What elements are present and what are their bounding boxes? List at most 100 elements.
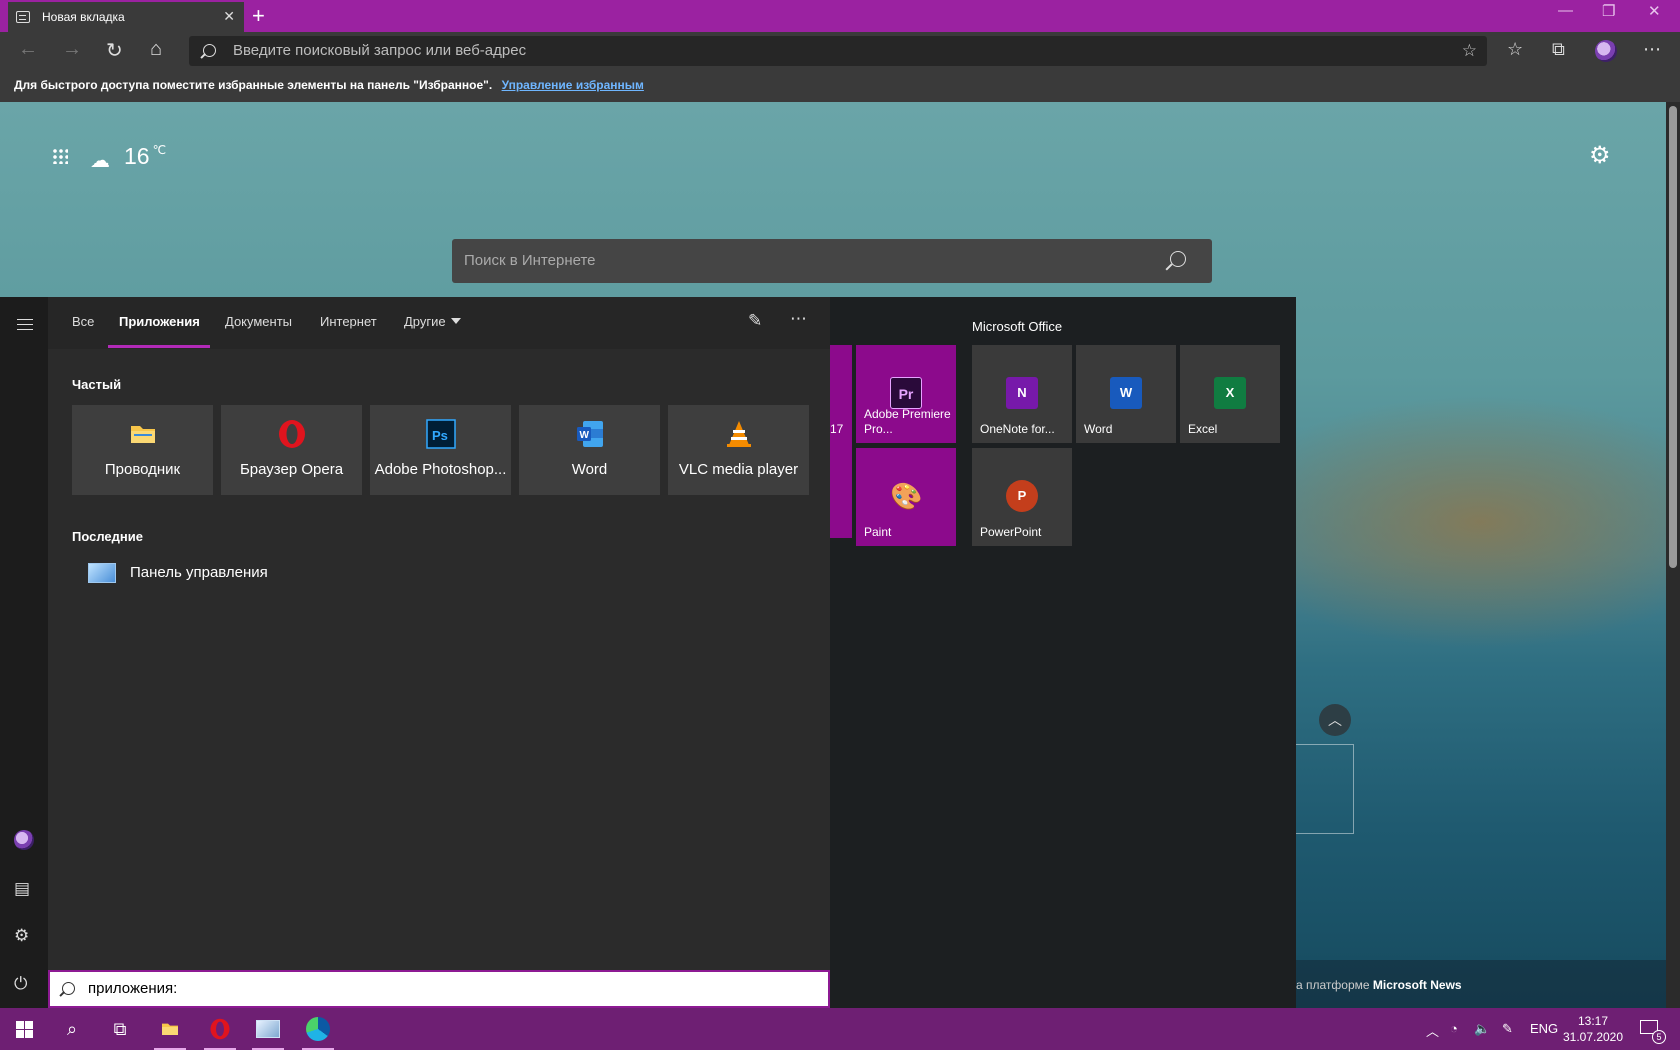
search-tabs: Все Приложения Документы Интернет Другие…	[48, 297, 830, 349]
favbar-text: Для быстрого доступа поместите избранные…	[14, 78, 493, 92]
app-card-photoshop[interactable]: Ps Adobe Photoshop...	[370, 405, 511, 495]
network-icon[interactable]: ◔	[1450, 1021, 1458, 1036]
search-icon	[203, 44, 216, 57]
settings-icon[interactable]: ⚙	[14, 926, 29, 946]
tile-partial-2[interactable]	[830, 443, 852, 538]
profile-avatar[interactable]	[1595, 40, 1617, 62]
photoshop-icon: Ps	[425, 419, 456, 449]
tray-overflow-icon[interactable]: ︿	[1426, 1021, 1439, 1040]
web-search-placeholder: Поиск в Интернете	[464, 252, 596, 269]
svg-text:W: W	[579, 430, 589, 441]
tab-title: Новая вкладка	[42, 10, 125, 24]
notifications-count: 5	[1652, 1030, 1666, 1044]
web-search-icon[interactable]	[1170, 251, 1186, 267]
power-icon[interactable]: ⏻	[14, 974, 27, 994]
taskbar: ⌕ ⧉ ︿ ◔ 🔈 ✎ ENG 13:17 31.07.2020 5	[0, 1008, 1680, 1050]
tab-all[interactable]: Все	[72, 314, 94, 329]
feedback-icon[interactable]: ✎	[748, 311, 762, 331]
task-view-icon[interactable]: ⧉	[96, 1008, 144, 1050]
tile-paint[interactable]: 🎨 Paint	[856, 448, 956, 546]
paint-icon: 🎨	[890, 481, 923, 511]
forward-icon[interactable]: →	[62, 38, 82, 61]
search-query: приложения:	[88, 980, 178, 997]
home-icon[interactable]: ⌂	[150, 38, 162, 61]
tab-apps[interactable]: Приложения	[119, 314, 200, 329]
active-tab-indicator	[108, 345, 210, 348]
app-card-vlc[interactable]: VLC media player	[668, 405, 809, 495]
weather-cloud-icon[interactable]: ☁	[90, 148, 110, 173]
apps-grid-icon[interactable]	[52, 148, 68, 164]
onenote-icon: N	[1006, 377, 1038, 409]
volume-icon[interactable]: 🔈	[1474, 1021, 1490, 1037]
taskbar-explorer-icon[interactable]	[146, 1008, 194, 1050]
app-card-opera[interactable]: Браузер Opera	[221, 405, 362, 495]
collections-icon[interactable]: ⧉	[1552, 39, 1565, 60]
favorites-icon[interactable]: ☆	[1507, 39, 1523, 60]
browser-toolbar: ← → ↻ ⌂ Введите поисковый запрос или веб…	[0, 32, 1680, 70]
chevron-down-icon	[450, 318, 461, 324]
refresh-icon[interactable]: ↻	[106, 38, 123, 63]
frequent-heading: Частый	[72, 377, 122, 392]
windows-logo-icon	[15, 1020, 33, 1038]
tab-internet[interactable]: Интернет	[320, 314, 377, 329]
pen-icon[interactable]: ✎	[1502, 1021, 1513, 1037]
manage-favorites-link[interactable]: Управление избранным	[502, 78, 644, 92]
clock-date: 31.07.2020	[1562, 1030, 1624, 1044]
vlc-icon	[726, 421, 751, 447]
restore-icon[interactable]: ❐	[1602, 2, 1615, 20]
start-button[interactable]	[0, 1008, 48, 1050]
recent-heading: Последние	[72, 529, 143, 544]
language-indicator[interactable]: ENG	[1530, 1021, 1558, 1036]
add-favorite-icon[interactable]: ☆	[1462, 36, 1477, 66]
app-card-explorer[interactable]: Проводник	[72, 405, 213, 495]
close-tab-icon[interactable]: ✕	[223, 8, 235, 25]
tile-premiere[interactable]: Pr Adobe Premiere Pro...	[856, 345, 956, 443]
web-search-box[interactable]: Поиск в Интернете	[452, 239, 1212, 283]
scroll-up-icon[interactable]: ︿	[1319, 704, 1351, 736]
title-bar: Новая вкладка ✕ + — ❐ ✕	[0, 0, 1680, 32]
taskbar-search-icon[interactable]: ⌕	[48, 1008, 96, 1050]
excel-icon: X	[1214, 377, 1246, 409]
news-footer[interactable]: а платформе Microsoft News	[1296, 960, 1666, 1008]
options-icon[interactable]: ⋯	[790, 309, 807, 329]
browser-tab[interactable]: Новая вкладка ✕	[8, 2, 244, 32]
page-settings-icon[interactable]: ⚙	[1589, 141, 1611, 170]
more-icon[interactable]: ⋯	[1643, 39, 1661, 60]
user-avatar[interactable]	[14, 830, 34, 850]
address-placeholder: Введите поисковый запрос или веб-адрес	[233, 42, 527, 59]
clock[interactable]: 13:17 31.07.2020	[1560, 1013, 1626, 1045]
tile-group-title: Microsoft Office	[972, 319, 1063, 334]
taskbar-opera-icon[interactable]	[196, 1008, 244, 1050]
start-search-input[interactable]: приложения:	[48, 970, 830, 1008]
address-bar[interactable]: Введите поисковый запрос или веб-адрес ☆	[189, 36, 1487, 66]
opera-icon	[278, 420, 305, 448]
tile-partial[interactable]: 17	[830, 345, 852, 443]
menu-icon[interactable]	[17, 319, 33, 330]
control-panel-icon	[88, 563, 116, 583]
tab-other[interactable]: Другие	[404, 314, 461, 329]
tab-documents[interactable]: Документы	[225, 314, 292, 329]
word-icon: W	[576, 421, 603, 447]
taskbar-control-panel-icon[interactable]	[244, 1008, 292, 1050]
back-icon[interactable]: ←	[18, 38, 38, 61]
close-window-icon[interactable]: ✕	[1648, 2, 1661, 20]
tile-onenote[interactable]: N OneNote for...	[972, 345, 1072, 443]
clock-time: 13:17	[1577, 1014, 1609, 1028]
tile-powerpoint[interactable]: P PowerPoint	[972, 448, 1072, 546]
taskbar-edge-icon[interactable]	[294, 1008, 342, 1050]
minimize-icon[interactable]: —	[1558, 2, 1573, 19]
recent-item-control-panel[interactable]: Панель управления	[88, 561, 268, 585]
scrollbar-thumb[interactable]	[1669, 106, 1677, 568]
tile-word[interactable]: W Word	[1076, 345, 1176, 443]
svg-text:Ps: Ps	[432, 428, 448, 443]
page-scrollbar[interactable]	[1666, 102, 1680, 1008]
premiere-icon: Pr	[890, 377, 922, 409]
folder-icon	[130, 426, 155, 443]
app-card-word[interactable]: W Word	[519, 405, 660, 495]
weather-temperature[interactable]: 16 ℃	[124, 143, 166, 170]
new-tab-page-icon	[16, 11, 30, 23]
documents-icon[interactable]: ▤	[14, 879, 30, 899]
search-icon	[62, 982, 75, 995]
tile-excel[interactable]: X Excel	[1180, 345, 1280, 443]
new-tab-button[interactable]: +	[252, 3, 265, 29]
